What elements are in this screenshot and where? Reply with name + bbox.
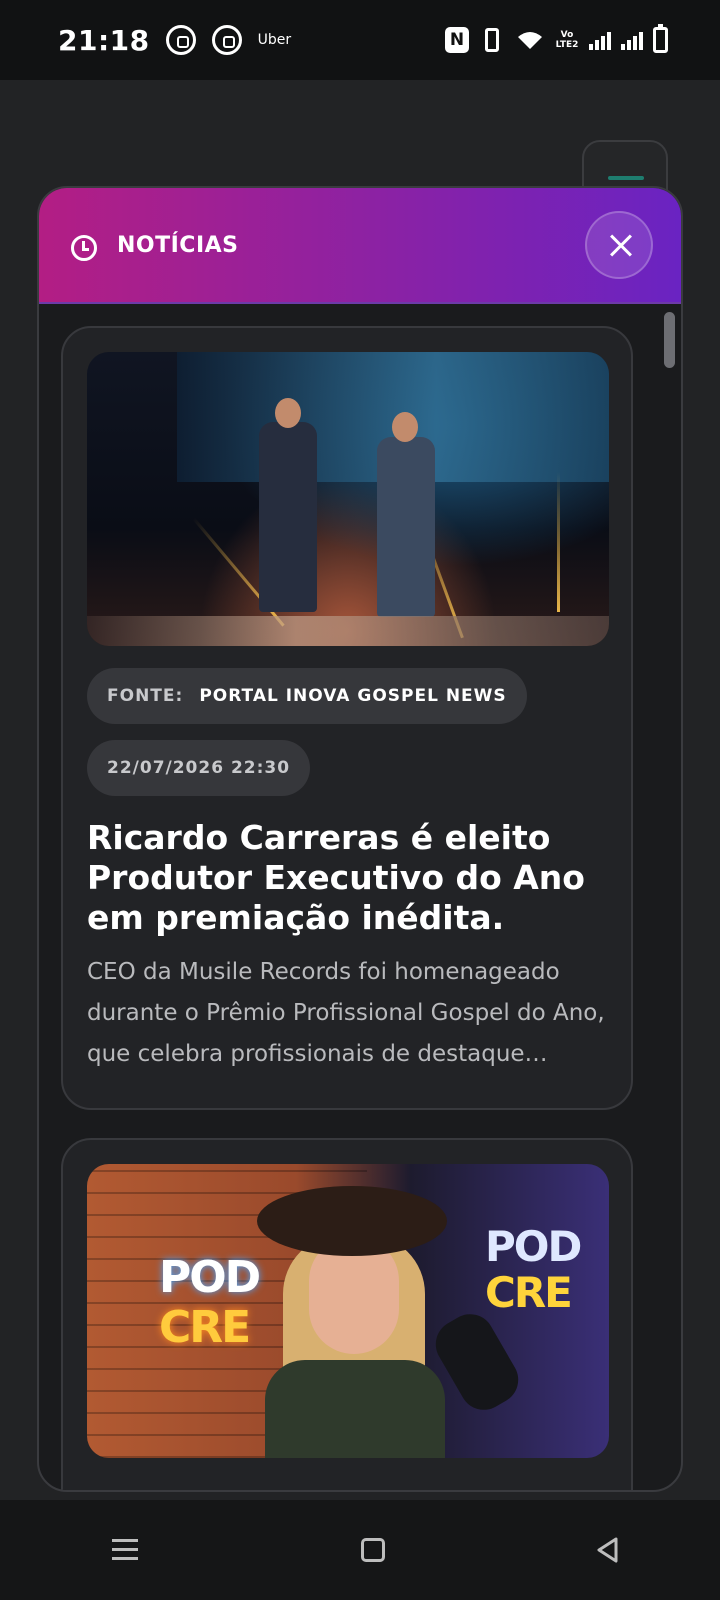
source-value: PORTAL INOVA GOSPEL NEWS xyxy=(199,686,507,706)
menu-icon[interactable] xyxy=(111,1539,138,1561)
status-left: 21:18 Uber xyxy=(58,24,291,57)
news-list[interactable]: FONTE: PORTAL INOVA GOSPEL NEWS 22/07/20… xyxy=(39,304,681,1490)
clock-icon xyxy=(71,235,97,261)
date-value: 22/07/2026 22:30 xyxy=(107,758,291,778)
news-modal: NOTÍCIAS FONTE: PORTAL INOVA GOSPEL NEWS xyxy=(37,186,683,1492)
whatsapp-icon xyxy=(211,25,242,55)
home-icon[interactable] xyxy=(360,1538,385,1562)
image-text: CRE xyxy=(485,1268,573,1317)
nfc-icon: N xyxy=(445,27,469,53)
image-text: POD xyxy=(159,1252,261,1303)
source-badge: FONTE: PORTAL INOVA GOSPEL NEWS xyxy=(87,668,527,724)
battery-icon xyxy=(653,24,668,53)
status-right: N Vo LTE2 xyxy=(445,24,668,53)
news-description: CEO da Musile Records foi homenageado du… xyxy=(87,959,605,1067)
wifi-icon xyxy=(515,29,545,51)
modal-header: NOTÍCIAS xyxy=(39,188,681,304)
navigation-bar xyxy=(0,1500,720,1600)
status-time: 21:18 xyxy=(58,23,150,57)
signal-icon xyxy=(589,30,611,50)
news-image xyxy=(87,352,609,646)
signal-icon xyxy=(621,30,643,50)
news-card[interactable]: FONTE: PORTAL INOVA GOSPEL NEWS 22/07/20… xyxy=(61,326,633,1110)
modal-title: NOTÍCIAS xyxy=(117,232,239,258)
status-bar: 21:18 Uber N Vo LTE2 xyxy=(0,0,720,80)
news-image: POD CRE POD CRE xyxy=(87,1164,609,1458)
news-card[interactable]: POD CRE POD CRE xyxy=(61,1138,633,1490)
scrollbar-thumb[interactable] xyxy=(664,312,675,368)
close-button[interactable] xyxy=(585,211,653,279)
date-badge: 22/07/2026 22:30 xyxy=(87,740,311,796)
news-title[interactable]: Ricardo Carreras é eleito Produtor Execu… xyxy=(87,818,607,938)
notification-app-label: Uber xyxy=(257,32,292,48)
volte-label: Vo LTE2 xyxy=(555,30,579,50)
image-text: POD xyxy=(485,1222,582,1271)
image-text: CRE xyxy=(159,1302,251,1353)
source-label: FONTE: xyxy=(107,686,184,706)
vibrate-icon xyxy=(485,28,499,52)
whatsapp-icon xyxy=(165,25,196,55)
